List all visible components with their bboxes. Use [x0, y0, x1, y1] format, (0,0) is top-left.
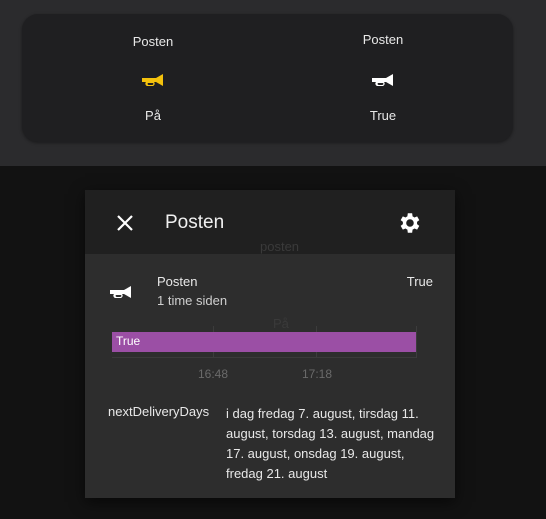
ghost-state: På: [273, 316, 289, 331]
timeline-axis: [112, 357, 416, 358]
timeline-tick: 17:18: [301, 367, 333, 381]
more-info-dialog: Posten posten På Posten 1 time siden Tru…: [85, 190, 455, 498]
ghost-name: posten: [260, 239, 300, 254]
gear-icon[interactable]: [396, 210, 422, 236]
attribute-value: i dag fredag 7. august, tirsdag 11. augu…: [226, 406, 435, 481]
entity-state: På: [145, 108, 161, 123]
entity-name: Posten: [132, 34, 174, 49]
attribute-key: nextDeliveryDays: [108, 404, 210, 419]
bugle-icon: [372, 74, 393, 86]
bugle-icon: [142, 74, 163, 86]
bugle-icon: [110, 286, 131, 298]
last-changed: 1 time siden: [157, 293, 228, 308]
entity-state: True: [406, 274, 433, 289]
timeline-bar[interactable]: True: [112, 332, 416, 352]
timeline-tick: 16:48: [197, 367, 229, 381]
entity-state: True: [369, 108, 397, 123]
timeline-gridline: [416, 326, 417, 358]
dialog-title: Posten: [165, 212, 225, 233]
dashboard-area: Posten På Posten True: [0, 0, 546, 166]
entity-name: Posten: [362, 32, 404, 47]
entity-name: Posten: [157, 274, 198, 289]
entities-card: Posten På Posten True: [22, 14, 513, 142]
close-icon[interactable]: [113, 211, 137, 235]
